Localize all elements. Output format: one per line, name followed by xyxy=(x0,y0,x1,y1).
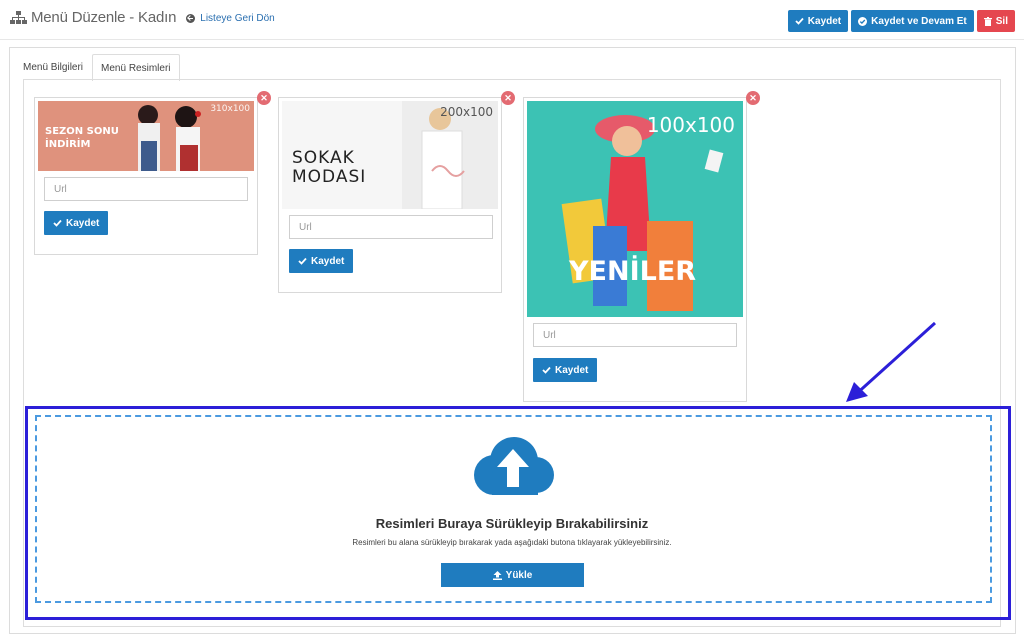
banner-text-line1: SEZON SONU xyxy=(45,126,119,137)
image-size-label: 200x100 xyxy=(440,105,493,119)
sitemap-icon xyxy=(10,10,27,24)
dropzone-title: Resimleri Buraya Sürükleyip Bırakabilirs… xyxy=(375,516,649,531)
image-card: 200x100 SOKAK MODASI Kaydet xyxy=(278,97,502,293)
banner-text-line2: İNDİRİM xyxy=(45,139,91,150)
check-icon xyxy=(53,219,62,227)
upload-button[interactable]: Yükle xyxy=(441,563,584,587)
banner-text: YENİLER xyxy=(569,256,697,287)
page-title: Menü Düzenle - Kadın xyxy=(31,9,177,26)
delete-button-label: Sil xyxy=(995,15,1008,27)
close-icon[interactable]: ✕ xyxy=(257,91,271,105)
url-input[interactable] xyxy=(289,215,493,239)
card-save-button[interactable]: Kaydet xyxy=(44,211,109,235)
close-icon[interactable]: ✕ xyxy=(746,91,760,105)
annotation-arrow xyxy=(846,321,937,402)
back-to-list-label: Listeye Geri Dön xyxy=(200,13,275,24)
card-save-button[interactable]: Kaydet xyxy=(533,358,598,382)
image-card: 100x100 YENİLER Kaydet xyxy=(523,97,747,402)
url-input[interactable] xyxy=(533,323,737,347)
card-save-button[interactable]: Kaydet xyxy=(289,249,354,273)
banner-text-line1: SOKAK xyxy=(292,148,355,168)
arrow-circle-left-icon xyxy=(186,14,196,23)
header-actions: Kaydet Kaydet ve Devam Et Sil xyxy=(787,10,1015,32)
image-size-label: 310x100 xyxy=(210,104,250,114)
check-icon xyxy=(795,17,804,25)
title-area: Menü Düzenle - Kadın Listeye Geri Dön xyxy=(10,9,275,26)
trash-icon xyxy=(983,16,992,26)
save-and-continue-label: Kaydet ve Devam Et xyxy=(871,15,967,27)
upload-button-label: Yükle xyxy=(505,569,533,581)
card-save-label: Kaydet xyxy=(311,255,345,267)
check-icon xyxy=(542,366,551,374)
banner-image: 100x100 YENİLER xyxy=(527,101,743,317)
image-size-label: 100x100 xyxy=(646,113,735,137)
save-button[interactable]: Kaydet xyxy=(787,10,849,32)
upload-icon xyxy=(492,570,502,580)
close-icon[interactable]: ✕ xyxy=(501,91,515,105)
back-to-list-link[interactable]: Listeye Geri Dön xyxy=(186,13,275,24)
save-and-continue-button[interactable]: Kaydet ve Devam Et xyxy=(851,10,974,32)
banner-image: 200x100 SOKAK MODASI xyxy=(282,101,498,209)
save-button-label: Kaydet xyxy=(807,15,842,27)
tab-bar: Menü Bilgileri Menü Resimleri xyxy=(10,53,180,81)
cloud-upload-icon xyxy=(474,437,554,495)
image-card: 310x100 SEZON SONU İNDİRİM Kaydet xyxy=(34,97,258,255)
card-save-label: Kaydet xyxy=(555,364,589,376)
banner-image: 310x100 SEZON SONU İNDİRİM xyxy=(38,101,254,171)
tab-menu-images[interactable]: Menü Resimleri xyxy=(92,54,180,81)
url-input[interactable] xyxy=(44,177,248,201)
card-save-label: Kaydet xyxy=(66,217,100,229)
banner-text-line2: MODASI xyxy=(292,167,367,187)
check-icon xyxy=(298,257,307,265)
page-header: Menü Düzenle - Kadın Listeye Geri Dön Ka… xyxy=(0,0,1024,40)
tab-menu-info[interactable]: Menü Bilgileri xyxy=(14,53,92,80)
dropzone-subtitle: Resimleri bu alana sürükleyip bırakarak … xyxy=(352,538,672,547)
check-circle-icon xyxy=(858,16,868,26)
delete-button[interactable]: Sil xyxy=(976,10,1015,32)
